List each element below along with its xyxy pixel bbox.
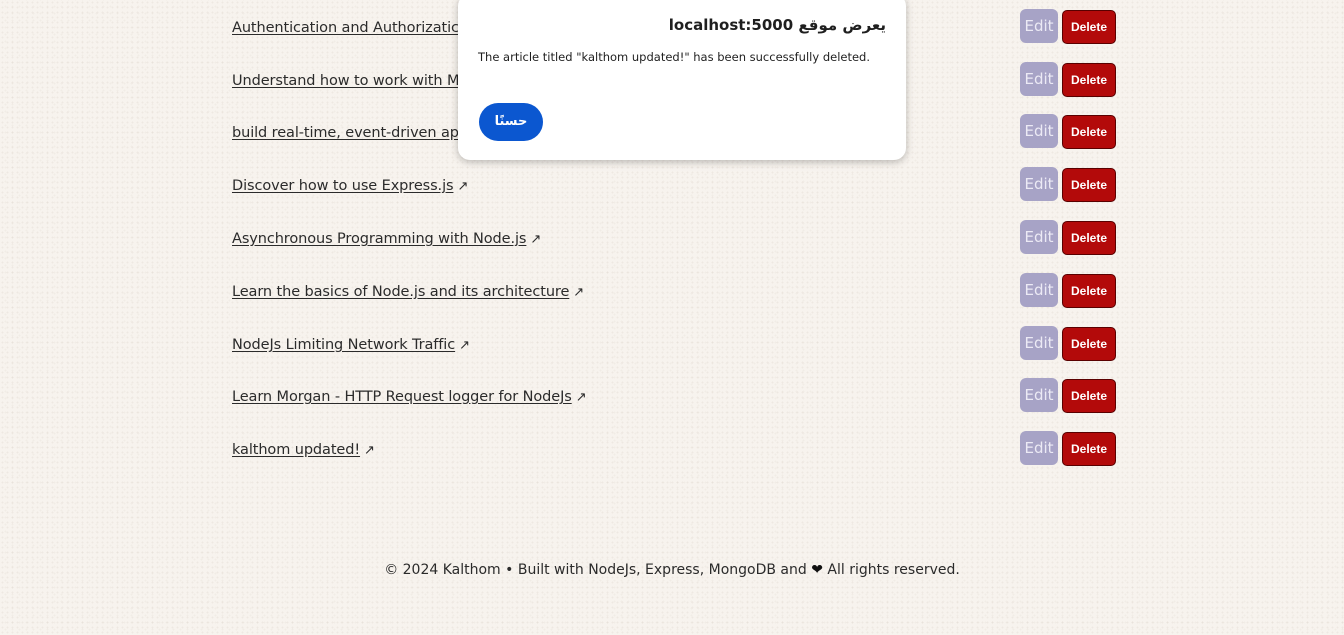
article-title: Authentication and Authorizatic [232,20,459,36]
article-link[interactable]: Asynchronous Programming with Node.js ↗ [232,231,541,247]
dialog-title: يعرض موقع localhost:5000 [668,16,886,34]
delete-button[interactable]: Delete [1062,274,1116,308]
delete-button[interactable]: Delete [1062,168,1116,202]
article-link[interactable]: Discover how to use Express.js ↗ [232,178,468,194]
edit-button[interactable]: Edit [1020,378,1058,412]
dialog-ok-button[interactable]: حسنًا [479,103,543,141]
delete-button[interactable]: Delete [1062,221,1116,255]
edit-button[interactable]: Edit [1020,273,1058,307]
article-link[interactable]: build real-time, event-driven ap [232,125,459,141]
site-footer: © 2024 Kalthom • Built with NodeJs, Expr… [0,562,1344,578]
edit-button[interactable]: Edit [1020,431,1058,465]
external-link-arrow-icon: ↗ [575,390,587,405]
delete-button[interactable]: Delete [1062,379,1116,413]
article-row: kalthom updated! ↗ Edit Delete [0,431,1344,482]
external-link-arrow-icon: ↗ [364,443,375,458]
footer-rights: All rights reserved. [827,562,960,578]
article-title: Discover how to use Express.js [232,178,454,194]
article-title: kalthom updated! [232,442,361,458]
article-title: Learn Morgan - HTTP Request logger for N… [232,389,572,405]
article-link[interactable]: NodeJs Limiting Network Traffic ↗ [232,337,470,353]
external-link-arrow-icon: ↗ [530,232,542,247]
delete-button[interactable]: Delete [1062,10,1116,44]
delete-button[interactable]: Delete [1062,432,1116,466]
article-row: NodeJs Limiting Network Traffic ↗ Edit De… [0,326,1344,377]
heart-icon: ❤ [811,562,823,578]
external-link-arrow-icon: ↗ [459,338,470,353]
edit-button[interactable]: Edit [1020,114,1058,148]
article-title: Understand how to work with M [232,73,460,89]
edit-button[interactable]: Edit [1020,326,1058,360]
article-row: Discover how to use Express.js ↗ Edit Del… [0,167,1344,218]
article-row: Learn the basics of Node.js and its arch… [0,273,1344,324]
edit-button[interactable]: Edit [1020,167,1058,201]
external-link-arrow-icon: ↗ [573,285,585,300]
article-title: NodeJs Limiting Network Traffic [232,337,456,353]
footer-text: © 2024 Kalthom • Built with NodeJs, Expr… [384,562,807,578]
article-link[interactable]: kalthom updated! ↗ [232,442,375,458]
alert-dialog: يعرض موقع localhost:5000 The article tit… [458,0,906,160]
edit-button[interactable]: Edit [1020,62,1058,96]
article-row: Asynchronous Programming with Node.js ↗ E… [0,220,1344,271]
delete-button[interactable]: Delete [1062,63,1116,97]
article-link[interactable]: Learn the basics of Node.js and its arch… [232,284,584,300]
article-link[interactable]: Learn Morgan - HTTP Request logger for N… [232,389,587,405]
delete-button[interactable]: Delete [1062,115,1116,149]
article-row: Learn Morgan - HTTP Request logger for N… [0,378,1344,429]
article-title: Learn the basics of Node.js and its arch… [232,284,570,300]
article-link[interactable]: Authentication and Authorizatic [232,20,459,36]
delete-button[interactable]: Delete [1062,327,1116,361]
edit-button[interactable]: Edit [1020,9,1058,43]
external-link-arrow-icon: ↗ [457,179,469,194]
article-title: Asynchronous Programming with Node.js [232,231,527,247]
article-title: build real-time, event-driven ap [232,125,459,141]
edit-button[interactable]: Edit [1020,220,1058,254]
dialog-message: The article titled "kalthom updated!" ha… [478,50,870,64]
article-link[interactable]: Understand how to work with M [232,73,460,89]
